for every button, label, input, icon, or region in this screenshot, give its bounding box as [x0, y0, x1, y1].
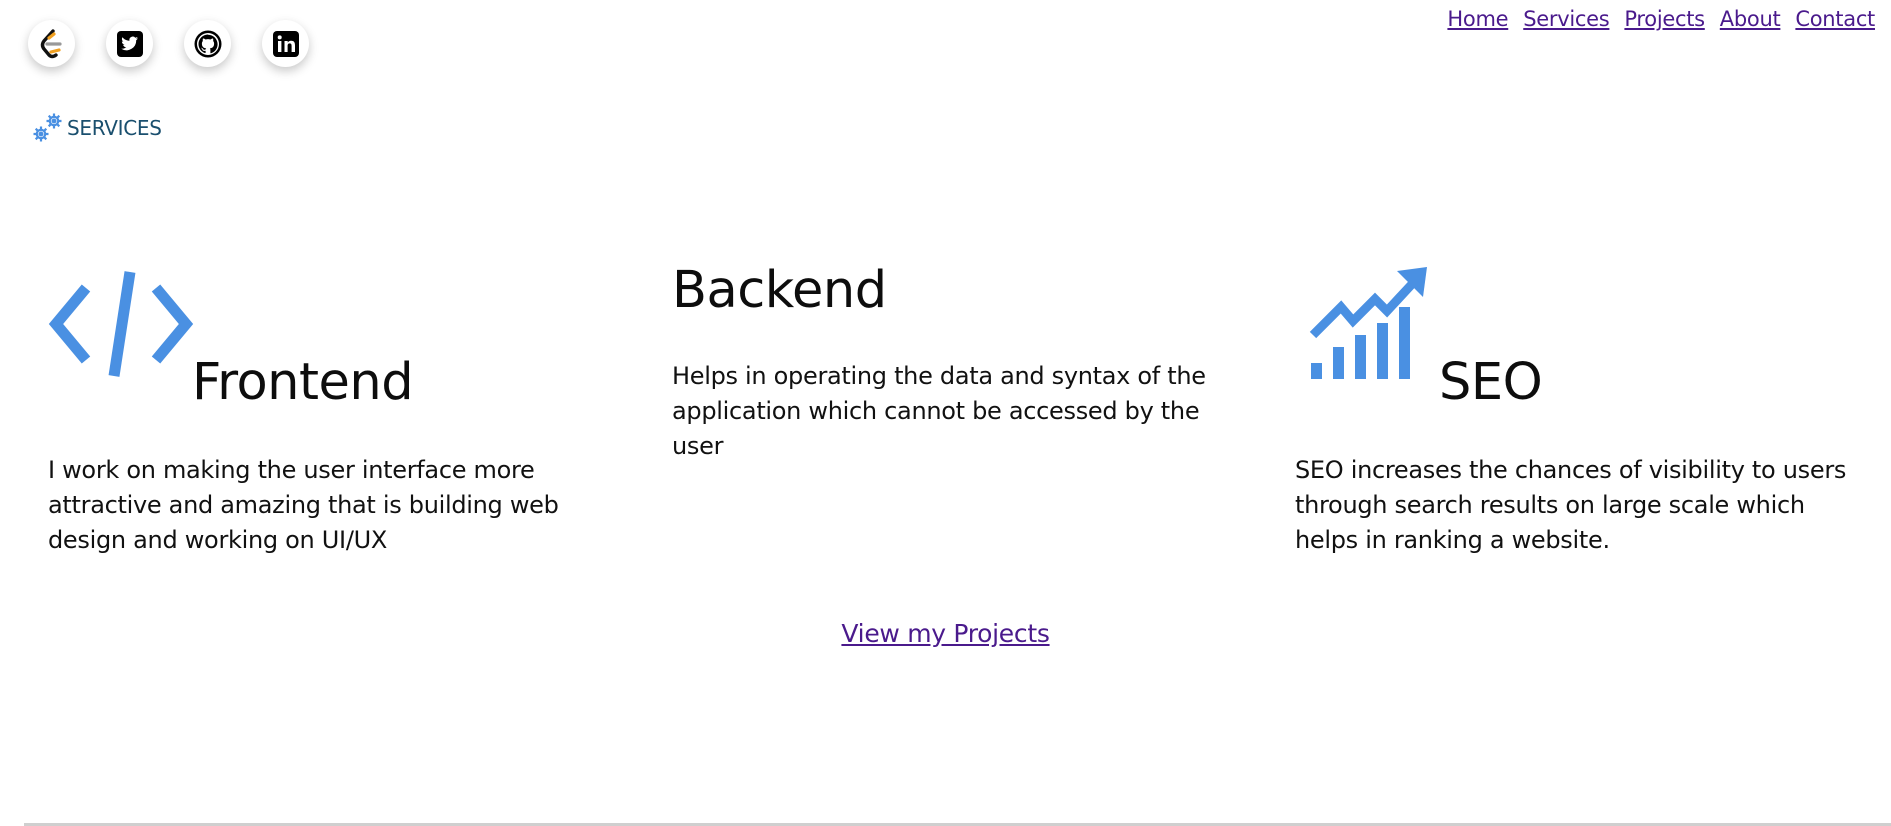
code-icon [48, 271, 194, 377]
nav-contact[interactable]: Contact [1795, 7, 1875, 31]
github-link[interactable] [184, 20, 231, 67]
nav-services[interactable]: Services [1523, 7, 1609, 31]
linkedin-icon [272, 30, 299, 57]
nav-home[interactable]: Home [1447, 7, 1508, 31]
linkedin-link[interactable] [262, 20, 309, 67]
twitter-icon [116, 30, 143, 57]
view-projects-link[interactable]: View my Projects [841, 619, 1049, 648]
service-frontend: Frontend I work on making the user inter… [48, 268, 608, 554]
nav-about[interactable]: About [1720, 7, 1781, 31]
projects-link-row: View my Projects [0, 619, 1891, 648]
github-icon [194, 30, 221, 57]
gears-icon [33, 113, 62, 142]
frontend-description: I work on making the user interface more… [48, 456, 559, 554]
leetcode-link[interactable] [28, 20, 75, 67]
social-links [28, 20, 309, 67]
section-heading: SERVICES [31, 110, 162, 146]
backend-description: Helps in operating the data and syntax o… [672, 362, 1206, 460]
seo-description: SEO increases the chances of visibility … [1295, 456, 1847, 554]
backend-title: Backend [672, 261, 887, 320]
section-title: SERVICES [67, 116, 162, 140]
nav-projects[interactable]: Projects [1624, 7, 1705, 31]
main-nav: Home Services Projects About Contact [1447, 7, 1875, 31]
twitter-link[interactable] [106, 20, 153, 67]
growth-chart-icon [1309, 267, 1427, 379]
seo-title: SEO [1439, 353, 1543, 412]
leetcode-icon [40, 28, 62, 58]
frontend-title: Frontend [192, 353, 414, 412]
